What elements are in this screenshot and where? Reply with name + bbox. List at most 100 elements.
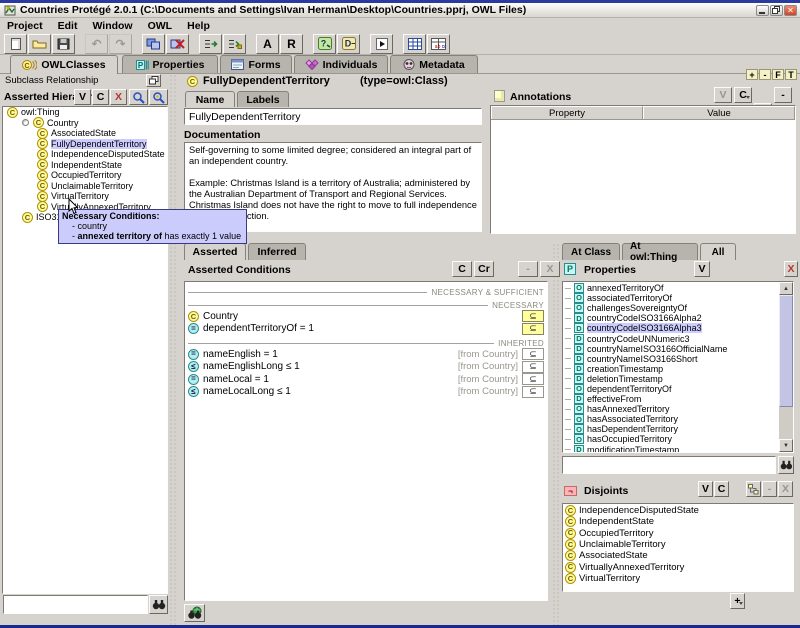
hierarchy-search-input[interactable] xyxy=(3,595,148,614)
disjoints-remove-button[interactable]: - xyxy=(762,481,777,497)
annotations-col-property[interactable]: Property xyxy=(491,106,643,119)
property-item-hasDependentTerritory[interactable]: OhasDependentTerritory xyxy=(565,424,791,434)
run-query-icon[interactable] xyxy=(370,34,393,54)
tab-forms[interactable]: Forms xyxy=(220,55,292,73)
hierarchy-delete-button[interactable]: X xyxy=(110,89,127,105)
insert-widget-icon[interactable] xyxy=(199,34,222,54)
left-splitter[interactable] xyxy=(169,74,178,627)
tab-metadata[interactable]: Metadata xyxy=(390,55,478,73)
disjoints-create-button[interactable]: C xyxy=(714,481,729,497)
property-item-dependentTerritoryOf[interactable]: OdependentTerritoryOf xyxy=(565,384,791,394)
detach-view-button[interactable] xyxy=(146,74,161,87)
property-item-hasOccupiedTerritory[interactable]: OhasOccupiedTerritory xyxy=(565,434,791,444)
subclass-search-button[interactable] xyxy=(149,89,168,105)
condition-row[interactable]: ≤nameEnglishLong ≤ 1[from Country]⊆ xyxy=(188,361,544,374)
class-name-input[interactable] xyxy=(184,108,482,125)
widget-minus-button[interactable]: - xyxy=(759,69,771,80)
subclass-toggle-button[interactable]: ⊆ xyxy=(522,386,544,398)
annotations-a-icon[interactable]: A xyxy=(256,34,279,54)
tree-item-IndependentState[interactable]: CIndependentState xyxy=(3,160,167,171)
tab-labels[interactable]: Labels xyxy=(237,91,289,107)
superclass-search-button[interactable] xyxy=(129,89,148,105)
property-item-modificationTimestamp[interactable]: DmodificationTimestamp xyxy=(565,445,791,454)
disjoint-item-IndependenceDisputedState[interactable]: CIndependenceDisputedState xyxy=(565,505,791,516)
tab-all[interactable]: All xyxy=(700,243,736,260)
insert-widget-config-icon[interactable] xyxy=(223,34,246,54)
tree-item-OccupiedTerritory[interactable]: COccupiedTerritory xyxy=(3,170,167,181)
scroll-up-arrow[interactable]: ▲ xyxy=(779,282,793,295)
right-splitter[interactable] xyxy=(552,243,560,627)
layout-config-icon[interactable]: abcd xyxy=(427,34,450,54)
tab-name[interactable]: Name xyxy=(185,91,235,107)
property-item-hasAnnexedTerritory[interactable]: OhasAnnexedTerritory xyxy=(565,404,791,414)
disjoint-item-VirtualTerritory[interactable]: CVirtualTerritory xyxy=(565,573,791,584)
scroll-thumb[interactable] xyxy=(779,295,793,407)
tab-at-class[interactable]: At Class xyxy=(562,243,620,260)
subclass-toggle-button[interactable]: ⊆ xyxy=(522,323,544,335)
conditions-create-class-button[interactable]: C xyxy=(452,261,472,277)
expander-knob[interactable] xyxy=(22,119,29,126)
property-item-countryCodeISO3166Alpha3[interactable]: DcountryCodeISO3166Alpha3 xyxy=(565,323,791,333)
property-item-deletionTimestamp[interactable]: DdeletionTimestamp xyxy=(565,374,791,384)
property-item-countryCodeISO3166Alpha2[interactable]: DcountryCodeISO3166Alpha2 xyxy=(565,313,791,323)
subclass-toggle-button[interactable]: ⊆ xyxy=(522,310,544,322)
tab-properties[interactable]: P Properties xyxy=(122,55,218,73)
properties-view-button[interactable]: V xyxy=(694,261,710,277)
tab-inferred[interactable]: Inferred xyxy=(248,243,306,260)
tab-owlclasses[interactable]: C OWLClasses xyxy=(10,55,118,74)
menu-item-window[interactable]: Window xyxy=(92,20,132,32)
disjoints-add-button[interactable]: + xyxy=(730,593,745,609)
widget-t-button[interactable]: T xyxy=(785,69,797,80)
disjoint-item-OccupiedTerritory[interactable]: COccupiedTerritory xyxy=(565,528,791,539)
menu-item-help[interactable]: Help xyxy=(187,20,210,32)
annotations-col-value[interactable]: Value xyxy=(643,106,795,119)
subclass-toggle-button[interactable]: ⊆ xyxy=(522,348,544,360)
restrictions-r-icon[interactable]: R xyxy=(280,34,303,54)
condition-row[interactable]: CCountry⊆ xyxy=(188,310,544,323)
scroll-down-arrow[interactable]: ▼ xyxy=(779,439,793,452)
condition-row[interactable]: =nameEnglish = 1[from Country]⊆ xyxy=(188,348,544,361)
condition-row[interactable]: =dependentTerritoryOf = 1⊆ xyxy=(188,323,544,336)
menu-item-edit[interactable]: Edit xyxy=(58,20,78,32)
condition-row[interactable]: ≤nameLocalLong ≤ 1[from Country]⊆ xyxy=(188,386,544,399)
properties-search-input[interactable] xyxy=(562,456,776,474)
property-item-countryNameISO3166Short[interactable]: DcountryNameISO3166Short xyxy=(565,354,791,364)
owl-find-button[interactable] xyxy=(184,604,205,622)
tree-item-VirtualTerritory[interactable]: CVirtualTerritory xyxy=(3,191,167,202)
disjoint-item-AssociatedState[interactable]: CAssociatedState xyxy=(565,550,791,561)
property-item-creationTimestamp[interactable]: DcreationTimestamp xyxy=(565,364,791,374)
disjoints-siblings-button[interactable] xyxy=(746,481,761,497)
disjoint-item-UnclaimableTerritory[interactable]: CUnclaimableTerritory xyxy=(565,539,791,550)
tree-item-Country[interactable]: CCountry xyxy=(3,118,167,129)
widget-f-button[interactable]: F xyxy=(772,69,784,80)
open-project-icon[interactable] xyxy=(28,34,51,54)
forms-table-icon[interactable] xyxy=(403,34,426,54)
save-project-icon[interactable] xyxy=(52,34,75,54)
restore-button[interactable] xyxy=(770,5,783,16)
property-item-hasAssociatedTerritory[interactable]: OhasAssociatedTerritory xyxy=(565,414,791,424)
delete-class-icon[interactable] xyxy=(166,34,189,54)
tree-item-UnclaimableTerritory[interactable]: CUnclaimableTerritory xyxy=(3,181,167,192)
owl-classify-icon[interactable]: D xyxy=(337,34,360,54)
tree-item-FullyDependentTerritory[interactable]: CFullyDependentTerritory xyxy=(3,139,167,150)
menu-item-owl[interactable]: OWL xyxy=(148,20,173,32)
hierarchy-create-button[interactable]: C xyxy=(92,89,109,105)
disjoints-delete-button[interactable]: X xyxy=(778,481,793,497)
property-item-associatedTerritoryOf[interactable]: OassociatedTerritoryOf xyxy=(565,293,791,303)
property-item-countryCodeUNNumeric3[interactable]: DcountryCodeUNNumeric3 xyxy=(565,333,791,343)
property-item-countryNameISO3166OfficialName[interactable]: DcountryNameISO3166OfficialName xyxy=(565,344,791,354)
new-project-icon[interactable] xyxy=(4,34,27,54)
annotations-create-button[interactable]: C xyxy=(734,87,752,103)
owl-test-icon[interactable]: ? xyxy=(313,34,336,54)
property-item-annexedTerritoryOf[interactable]: OannexedTerritoryOf xyxy=(565,283,791,293)
condition-row[interactable]: =nameLocal = 1[from Country]⊆ xyxy=(188,373,544,386)
conditions-delete-button[interactable]: X xyxy=(540,261,560,277)
minimize-button[interactable] xyxy=(756,5,769,16)
tab-individuals[interactable]: Individuals xyxy=(294,55,388,73)
tab-at-owlthing[interactable]: At owl:Thing xyxy=(622,243,698,260)
disjoint-item-VirtuallyAnnexedTerritory[interactable]: CVirtuallyAnnexedTerritory xyxy=(565,561,791,572)
property-item-effectiveFrom[interactable]: DeffectiveFrom xyxy=(565,394,791,404)
hierarchy-view-button[interactable]: V xyxy=(74,89,91,105)
conditions-remove-button[interactable]: - xyxy=(518,261,538,277)
subclass-toggle-button[interactable]: ⊆ xyxy=(522,361,544,373)
